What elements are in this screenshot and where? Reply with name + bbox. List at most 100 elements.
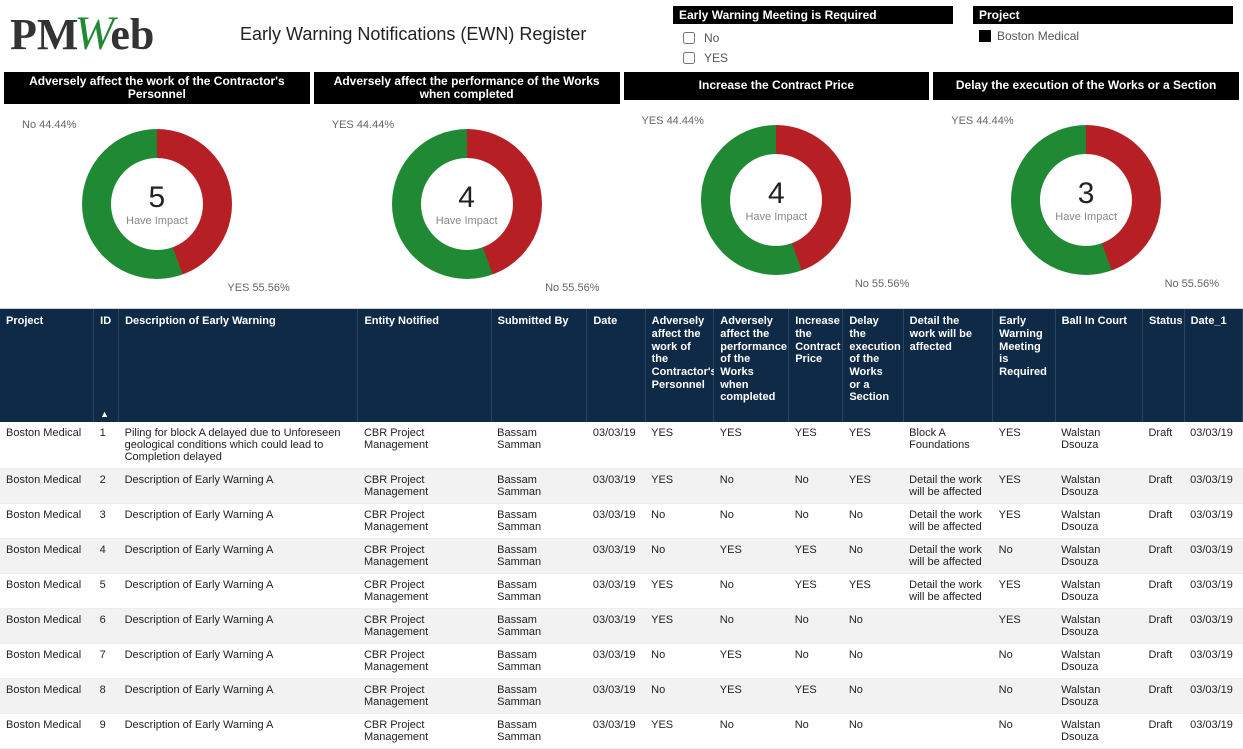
cell-meeting: No [993, 643, 1055, 678]
cell-project: Boston Medical [0, 538, 94, 573]
table-row[interactable]: Boston Medical7Description of Early Warn… [0, 643, 1243, 678]
checkbox-no[interactable] [683, 32, 695, 44]
donut-chart[interactable]: 5Have Impact [82, 129, 232, 279]
donut-center-value: 4 [768, 177, 785, 211]
column-header-ball[interactable]: Ball In Court [1055, 309, 1142, 421]
cell-a3: YES [789, 538, 843, 573]
column-header-project[interactable]: Project [0, 309, 94, 421]
donut-center-value: 5 [149, 181, 166, 215]
table-row[interactable]: Boston Medical8Description of Early Warn… [0, 678, 1243, 713]
cell-entity: CBR Project Management [358, 468, 491, 503]
cell-a4: No [843, 678, 903, 713]
cell-a2: No [714, 713, 789, 748]
cell-id: 6 [94, 608, 119, 643]
cell-ball: Walstan Dsouza [1055, 713, 1142, 748]
cell-id: 5 [94, 573, 119, 608]
column-header-detail[interactable]: Detail the work will be affected [903, 309, 992, 421]
cell-a4: YES [843, 573, 903, 608]
cell-submitted: Bassam Samman [491, 503, 587, 538]
column-header-meeting[interactable]: Early Warning Meeting is Required [993, 309, 1055, 421]
logo-text-pm: PM [10, 10, 78, 59]
cell-detail [903, 713, 992, 748]
column-header-a3[interactable]: Increase the Contract Price [789, 309, 843, 421]
column-header-entity[interactable]: Entity Notified [358, 309, 491, 421]
donut-slice-label: YES 44.44% [951, 115, 1013, 127]
cell-submitted: Bassam Samman [491, 573, 587, 608]
cell-desc: Description of Early Warning A [119, 573, 358, 608]
cell-desc: Piling for block A delayed due to Unfore… [119, 422, 358, 469]
table-row[interactable]: Boston Medical5Description of Early Warn… [0, 573, 1243, 608]
table-row[interactable]: Boston Medical2Description of Early Warn… [0, 468, 1243, 503]
cell-a2: YES [714, 643, 789, 678]
cell-date: 03/03/19 [587, 573, 645, 608]
logo-reg-icon: ® [154, 0, 163, 2]
filter-project-option[interactable]: Boston Medical [973, 28, 1233, 44]
cell-ball: Walstan Dsouza [1055, 503, 1142, 538]
cell-ball: Walstan Dsouza [1055, 678, 1142, 713]
cell-a3: YES [789, 573, 843, 608]
donut-chart[interactable]: 4Have Impact [392, 129, 542, 279]
column-header-date[interactable]: Date [587, 309, 645, 421]
column-header-a4[interactable]: Delay the execution of the Works or a Se… [843, 309, 903, 421]
register-table: ProjectID▲Description of Early WarningEn… [0, 309, 1243, 748]
donut-chart-area: 3Have Impact YES 44.44% No 55.56% [933, 100, 1239, 300]
filter-meeting-option-yes[interactable]: YES [673, 48, 953, 68]
donut-card-title: Delay the execution of the Works or a Se… [933, 72, 1239, 100]
column-header-date1[interactable]: Date_1 [1184, 309, 1242, 421]
table-row[interactable]: Boston Medical9Description of Early Warn… [0, 713, 1243, 748]
column-header-desc[interactable]: Description of Early Warning [119, 309, 358, 421]
column-header-status[interactable]: Status [1142, 309, 1184, 421]
report-header: PMWeb® Early Warning Notifications (EWN)… [0, 0, 1243, 72]
cell-date1: 03/03/19 [1184, 538, 1242, 573]
cell-a3: No [789, 503, 843, 538]
table-row[interactable]: Boston Medical3Description of Early Warn… [0, 503, 1243, 538]
column-header-id[interactable]: ID▲ [94, 309, 119, 421]
donut-chart[interactable]: 4Have Impact [701, 125, 851, 275]
cell-entity: CBR Project Management [358, 608, 491, 643]
table-row[interactable]: Boston Medical4Description of Early Warn… [0, 538, 1243, 573]
filter-project: Project Boston Medical [973, 6, 1233, 44]
table-row[interactable]: Boston Medical1Piling for block A delaye… [0, 422, 1243, 469]
cell-status: Draft [1142, 643, 1184, 678]
column-header-a2[interactable]: Adversely affect the performance of the … [714, 309, 789, 421]
donut-center-label: Have Impact [126, 215, 188, 227]
cell-status: Draft [1142, 713, 1184, 748]
cell-ball: Walstan Dsouza [1055, 422, 1142, 469]
cell-meeting: No [993, 538, 1055, 573]
cell-date: 03/03/19 [587, 538, 645, 573]
donut-center: 3Have Impact [1040, 154, 1132, 246]
cell-date: 03/03/19 [587, 643, 645, 678]
cell-project: Boston Medical [0, 608, 94, 643]
donut-center: 4Have Impact [421, 158, 513, 250]
cell-ball: Walstan Dsouza [1055, 573, 1142, 608]
cell-status: Draft [1142, 468, 1184, 503]
cell-submitted: Bassam Samman [491, 538, 587, 573]
sort-asc-icon: ▲ [100, 409, 109, 419]
filter-meeting-option-no[interactable]: No [673, 28, 953, 48]
cell-project: Boston Medical [0, 678, 94, 713]
cell-ball: Walstan Dsouza [1055, 608, 1142, 643]
donut-center-value: 3 [1078, 177, 1095, 211]
cell-a1: YES [645, 468, 714, 503]
checkbox-yes[interactable] [683, 52, 695, 64]
checkbox-filled-icon [979, 30, 991, 42]
cell-a2: No [714, 503, 789, 538]
cell-a2: No [714, 608, 789, 643]
table-row[interactable]: Boston Medical6Description of Early Warn… [0, 608, 1243, 643]
cell-id: 3 [94, 503, 119, 538]
column-header-a1[interactable]: Adversely affect the work of the Contrac… [645, 309, 714, 421]
cell-a2: No [714, 573, 789, 608]
cell-detail: Block A Foundations [903, 422, 992, 469]
cell-meeting: No [993, 713, 1055, 748]
cell-a4: YES [843, 468, 903, 503]
cell-a4: No [843, 643, 903, 678]
column-header-submitted[interactable]: Submitted By [491, 309, 587, 421]
cell-a1: No [645, 678, 714, 713]
cell-date: 03/03/19 [587, 713, 645, 748]
donut-chart[interactable]: 3Have Impact [1011, 125, 1161, 275]
cell-a4: No [843, 503, 903, 538]
cell-meeting: YES [993, 422, 1055, 469]
donut-slice-label: No 55.56% [545, 282, 599, 294]
donut-slice-label: No 55.56% [1165, 278, 1219, 290]
table-body: Boston Medical1Piling for block A delaye… [0, 422, 1243, 749]
